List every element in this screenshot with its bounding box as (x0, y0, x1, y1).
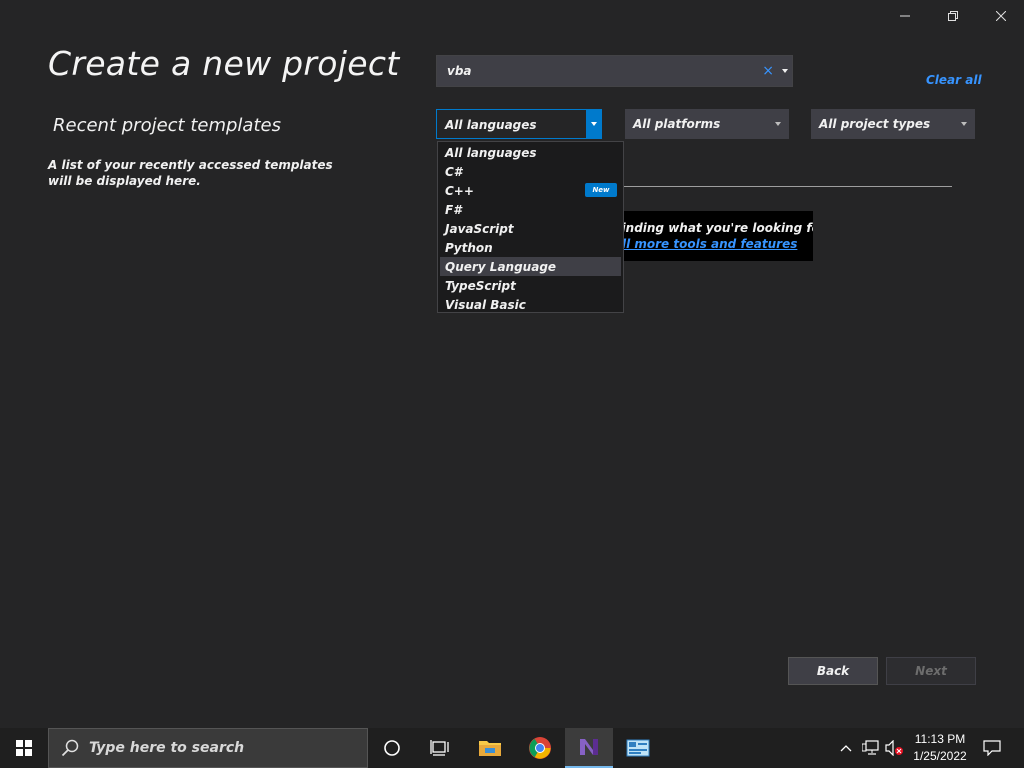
dropdown-item-query-language[interactable]: Query Language (440, 257, 621, 276)
dropdown-item-all-languages[interactable]: All languages (440, 143, 621, 162)
chrome-button[interactable] (516, 728, 564, 768)
recent-templates-heading: Recent project templates (53, 115, 281, 136)
dropdown-item-cpp[interactable]: C++ New (440, 181, 621, 200)
task-view-icon (430, 740, 449, 756)
cortana-icon (384, 740, 400, 756)
visual-studio-icon (580, 739, 598, 755)
volume-button[interactable] (884, 728, 906, 768)
taskbar-search-box[interactable]: Type here to search (48, 728, 368, 768)
search-icon (61, 739, 79, 757)
notifications-icon (983, 740, 1001, 756)
next-button[interactable]: Next (886, 657, 976, 685)
search-history-chevron-icon[interactable] (782, 69, 788, 73)
back-button[interactable]: Back (788, 657, 878, 685)
chevron-down-icon (591, 122, 597, 126)
taskbar-search-placeholder: Type here to search (89, 740, 245, 756)
file-explorer-icon (479, 741, 501, 756)
task-view-button[interactable] (416, 728, 464, 768)
page-title: Create a new project (48, 44, 400, 83)
dropdown-item-csharp[interactable]: C# (440, 162, 621, 181)
show-hidden-icons-button[interactable] (836, 728, 856, 768)
restore-button[interactable] (930, 0, 976, 32)
control-panel-button[interactable] (614, 728, 662, 768)
file-explorer-button[interactable] (466, 728, 514, 768)
clear-search-icon[interactable]: × (762, 62, 774, 80)
template-search-input[interactable] (447, 63, 747, 79)
chevron-up-icon (840, 745, 852, 752)
minimize-icon (900, 15, 910, 17)
chevron-down-icon (961, 122, 967, 126)
recent-templates-description: A list of your recently accessed templat… (48, 158, 333, 188)
project-type-filter-combo[interactable]: All project types (811, 109, 975, 139)
windows-logo-icon (16, 740, 32, 756)
template-search-box[interactable]: × (436, 55, 793, 87)
cortana-button[interactable] (368, 728, 416, 768)
clock-time: 11:13 PM (914, 732, 966, 746)
language-filter-label: All languages (445, 118, 537, 132)
taskbar-clock[interactable]: 11:13 PM 1/25/2022 (906, 731, 974, 765)
dropdown-item-fsharp[interactable]: F# (440, 200, 621, 219)
project-type-filter-label: All project types (819, 117, 931, 131)
new-badge: New (585, 183, 617, 197)
taskbar: Type here to search 11:13 PM 1/25/2022 (0, 728, 1024, 768)
restore-icon (948, 11, 958, 21)
chevron-down-icon (775, 122, 781, 126)
dropdown-item-javascript[interactable]: JavaScript (440, 219, 621, 238)
action-center-button[interactable] (978, 728, 1006, 768)
dropdown-item-typescript[interactable]: TypeScript (440, 276, 621, 295)
dropdown-item-visual-basic[interactable]: Visual Basic (440, 295, 621, 314)
control-panel-icon (626, 739, 650, 757)
language-filter-combo[interactable]: All languages (436, 109, 602, 139)
chrome-icon (529, 737, 551, 759)
minimize-button[interactable] (882, 0, 928, 32)
close-icon (996, 11, 1006, 21)
clear-all-link[interactable]: Clear all (926, 73, 982, 87)
language-dropdown-list: All languages C# C++ New F# JavaScript Py… (437, 141, 624, 313)
volume-muted-icon (885, 740, 903, 756)
dropdown-item-python[interactable]: Python (440, 238, 621, 257)
visual-studio-button[interactable] (565, 728, 613, 768)
network-button[interactable] (860, 728, 882, 768)
platform-filter-combo[interactable]: All platforms (625, 109, 789, 139)
language-filter-dropdown-button[interactable] (586, 109, 602, 139)
start-button[interactable] (0, 728, 48, 768)
results-divider (620, 186, 952, 187)
clock-date: 1/25/2022 (913, 749, 967, 763)
platform-filter-label: All platforms (633, 117, 721, 131)
network-icon (862, 740, 879, 755)
close-button[interactable] (978, 0, 1024, 32)
